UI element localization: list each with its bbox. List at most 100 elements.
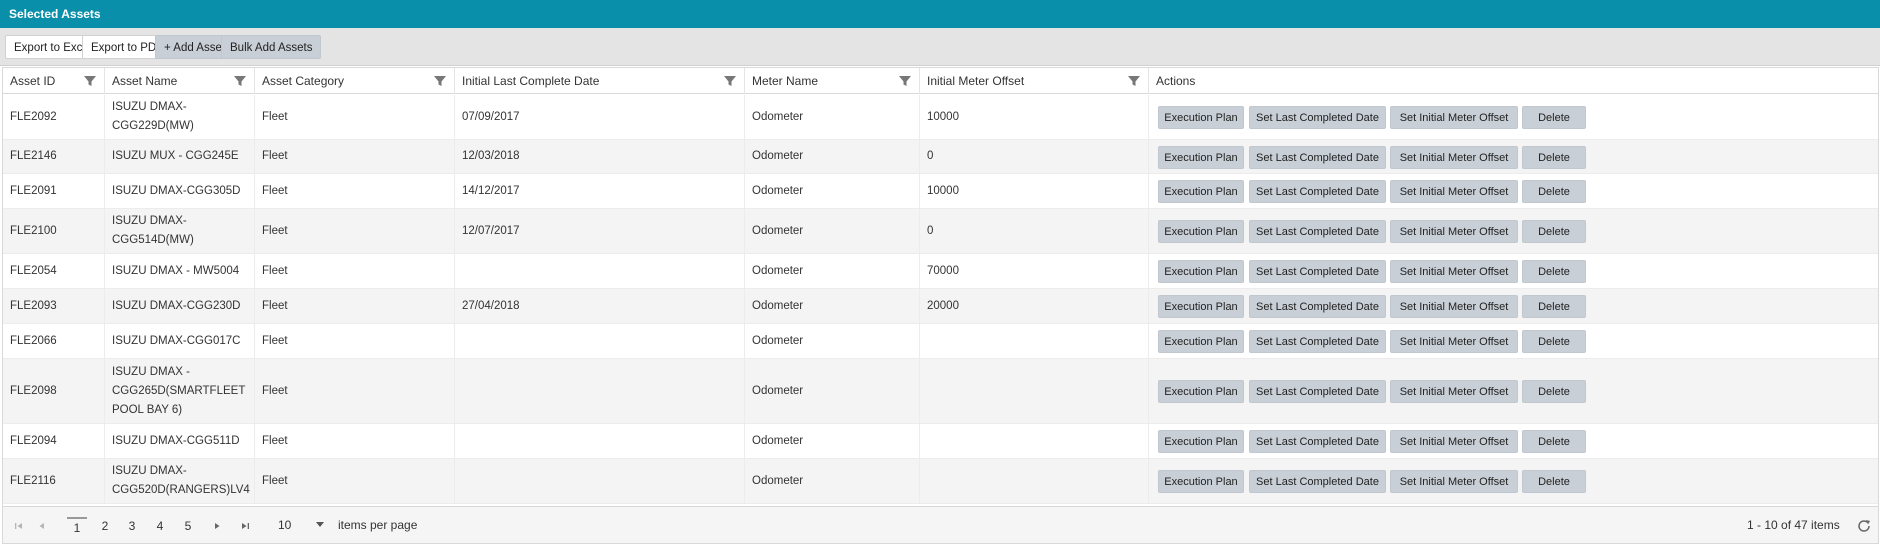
delete-button[interactable]: Delete: [1522, 470, 1586, 493]
set-last-completed-date-button[interactable]: Set Last Completed Date: [1249, 295, 1386, 318]
bulk-add-assets-button[interactable]: Bulk Add Assets: [221, 35, 322, 59]
asset-name-cell: ISUZU DMAX-CGG305D: [105, 174, 255, 208]
meter-name-text: Odometer: [752, 264, 804, 277]
initial-meter-offset-cell: 0: [920, 209, 1149, 253]
column-header-asset-category[interactable]: Asset Category: [255, 68, 455, 94]
set-initial-meter-offset-button[interactable]: Set Initial Meter Offset: [1390, 180, 1518, 203]
asset-category-cell: Fleet: [255, 324, 455, 358]
set-initial-meter-offset-button[interactable]: Set Initial Meter Offset: [1390, 145, 1518, 169]
column-header-actions[interactable]: Actions: [1149, 68, 1880, 94]
column-header-label: Initial Meter Offset: [927, 74, 1025, 88]
initial-last-complete-date-cell: 12/03/2018: [455, 140, 745, 173]
filter-icon[interactable]: [898, 74, 912, 88]
delete-button[interactable]: Delete: [1522, 145, 1586, 169]
filter-icon[interactable]: [723, 74, 737, 88]
execution-plan-button[interactable]: Execution Plan: [1158, 470, 1244, 493]
column-header-asset-name[interactable]: Asset Name: [105, 68, 255, 94]
delete-button[interactable]: Delete: [1522, 180, 1586, 203]
set-last-completed-date-button[interactable]: Set Last Completed Date: [1249, 380, 1386, 403]
set-last-completed-date-button[interactable]: Set Last Completed Date: [1249, 180, 1386, 203]
last-page-icon[interactable]: [239, 520, 251, 532]
asset-name-line: ISUZU DMAX-: [112, 101, 187, 113]
delete-button[interactable]: Delete: [1522, 330, 1586, 353]
execution-plan-button[interactable]: Execution Plan: [1158, 380, 1244, 403]
table-row: FLE2116 ISUZU DMAX- CGG520D(RANGERS)LV4 Fle…: [3, 459, 1878, 504]
asset-name-line: ISUZU DMAX-CGG305D: [112, 184, 241, 197]
set-last-completed-date-button[interactable]: Set Last Completed Date: [1249, 220, 1386, 243]
asset-name-cell: ISUZU DMAX- CGG514D(MW): [105, 209, 255, 253]
execution-plan-button[interactable]: Execution Plan: [1158, 295, 1244, 318]
filter-icon[interactable]: [433, 74, 447, 88]
set-last-completed-date-button[interactable]: Set Last Completed Date: [1249, 430, 1386, 453]
set-initial-meter-offset-button[interactable]: Set Initial Meter Offset: [1390, 106, 1518, 129]
set-initial-meter-offset-button[interactable]: Set Initial Meter Offset: [1390, 295, 1518, 318]
table-row: FLE2094 ISUZU DMAX-CGG511D Fleet Odometer Ex…: [3, 424, 1878, 459]
delete-button[interactable]: Delete: [1522, 106, 1586, 129]
set-last-completed-date-button[interactable]: Set Last Completed Date: [1249, 145, 1386, 169]
asset-id-cell: FLE2092: [3, 95, 105, 139]
filter-icon[interactable]: [83, 74, 97, 88]
asset-id-cell: FLE2146: [3, 140, 105, 173]
set-last-completed-date-button[interactable]: Set Last Completed Date: [1249, 260, 1386, 283]
page-1-link[interactable]: 1: [67, 517, 87, 537]
set-initial-meter-offset-button[interactable]: Set Initial Meter Offset: [1390, 430, 1518, 453]
column-header-asset-id[interactable]: Asset ID: [3, 68, 105, 94]
column-header-label: Asset Name: [112, 74, 178, 88]
set-initial-meter-offset-button[interactable]: Set Initial Meter Offset: [1390, 470, 1518, 493]
table-row: FLE2098 ISUZU DMAX - CGG265D(SMARTFLEET POO…: [3, 359, 1878, 424]
execution-plan-button[interactable]: Execution Plan: [1158, 180, 1244, 203]
set-last-completed-date-button[interactable]: Set Last Completed Date: [1249, 470, 1386, 493]
page-5-link[interactable]: 5: [178, 517, 198, 535]
execution-plan-button[interactable]: Execution Plan: [1158, 220, 1244, 243]
first-page-icon[interactable]: [13, 520, 25, 532]
chevron-down-icon[interactable]: [315, 521, 325, 529]
panel-title: Selected Assets: [0, 0, 1880, 28]
page-size-value[interactable]: 10: [278, 518, 291, 532]
delete-button[interactable]: Delete: [1522, 220, 1586, 243]
filter-icon[interactable]: [233, 74, 247, 88]
set-initial-meter-offset-button[interactable]: Set Initial Meter Offset: [1390, 380, 1518, 403]
column-header-meter-name[interactable]: Meter Name: [745, 68, 920, 94]
set-initial-meter-offset-button[interactable]: Set Initial Meter Offset: [1390, 260, 1518, 283]
execution-plan-button[interactable]: Execution Plan: [1158, 145, 1244, 169]
meter-name-cell: Odometer: [745, 254, 920, 288]
execution-plan-button[interactable]: Execution Plan: [1158, 430, 1244, 453]
set-last-completed-date-button[interactable]: Set Last Completed Date: [1249, 106, 1386, 129]
set-initial-meter-offset-button[interactable]: Set Initial Meter Offset: [1390, 330, 1518, 353]
delete-button[interactable]: Delete: [1522, 380, 1586, 403]
meter-name-text: Odometer: [752, 224, 804, 237]
initial-meter-offset-text: 20000: [927, 299, 959, 312]
initial-last-complete-date-cell: [455, 424, 745, 458]
initial-last-complete-date-text: 07/09/2017: [462, 110, 520, 123]
column-header-label: Meter Name: [752, 74, 819, 88]
execution-plan-button[interactable]: Execution Plan: [1158, 260, 1244, 283]
column-header-initial-meter-offset[interactable]: Initial Meter Offset: [920, 68, 1149, 94]
page-2-link[interactable]: 2: [95, 517, 115, 535]
column-header-initial-last-complete-date[interactable]: Initial Last Complete Date: [455, 68, 745, 94]
initial-meter-offset-cell: 0: [920, 140, 1149, 173]
delete-button[interactable]: Delete: [1522, 295, 1586, 318]
page-4-link[interactable]: 4: [150, 517, 170, 535]
asset-name-line: ISUZU DMAX-: [112, 465, 187, 477]
initial-meter-offset-text: 10000: [927, 110, 959, 123]
initial-last-complete-date-text: 14/12/2017: [462, 184, 520, 197]
execution-plan-button[interactable]: Execution Plan: [1158, 330, 1244, 353]
filter-icon[interactable]: [1127, 74, 1141, 88]
asset-id-text: FLE2100: [10, 224, 57, 237]
asset-category-cell: Fleet: [255, 254, 455, 288]
delete-button[interactable]: Delete: [1522, 430, 1586, 453]
initial-meter-offset-cell: 20000: [920, 289, 1149, 323]
refresh-icon[interactable]: [1856, 518, 1872, 534]
page-3-link[interactable]: 3: [122, 517, 142, 535]
initial-meter-offset-text: 0: [927, 150, 934, 162]
next-page-icon[interactable]: [211, 520, 223, 532]
asset-name-line: ISUZU DMAX-CGG230D: [112, 299, 241, 312]
prev-page-icon[interactable]: [36, 520, 48, 532]
execution-plan-button[interactable]: Execution Plan: [1158, 106, 1244, 129]
actions-cell: Execution Plan Set Last Completed Date Set…: [1149, 359, 1880, 423]
set-initial-meter-offset-button[interactable]: Set Initial Meter Offset: [1390, 220, 1518, 243]
set-last-completed-date-button[interactable]: Set Last Completed Date: [1249, 330, 1386, 353]
actions-cell: Execution Plan Set Last Completed Date Set…: [1149, 209, 1880, 253]
asset-id-text: FLE2092: [10, 110, 57, 123]
delete-button[interactable]: Delete: [1522, 260, 1586, 283]
